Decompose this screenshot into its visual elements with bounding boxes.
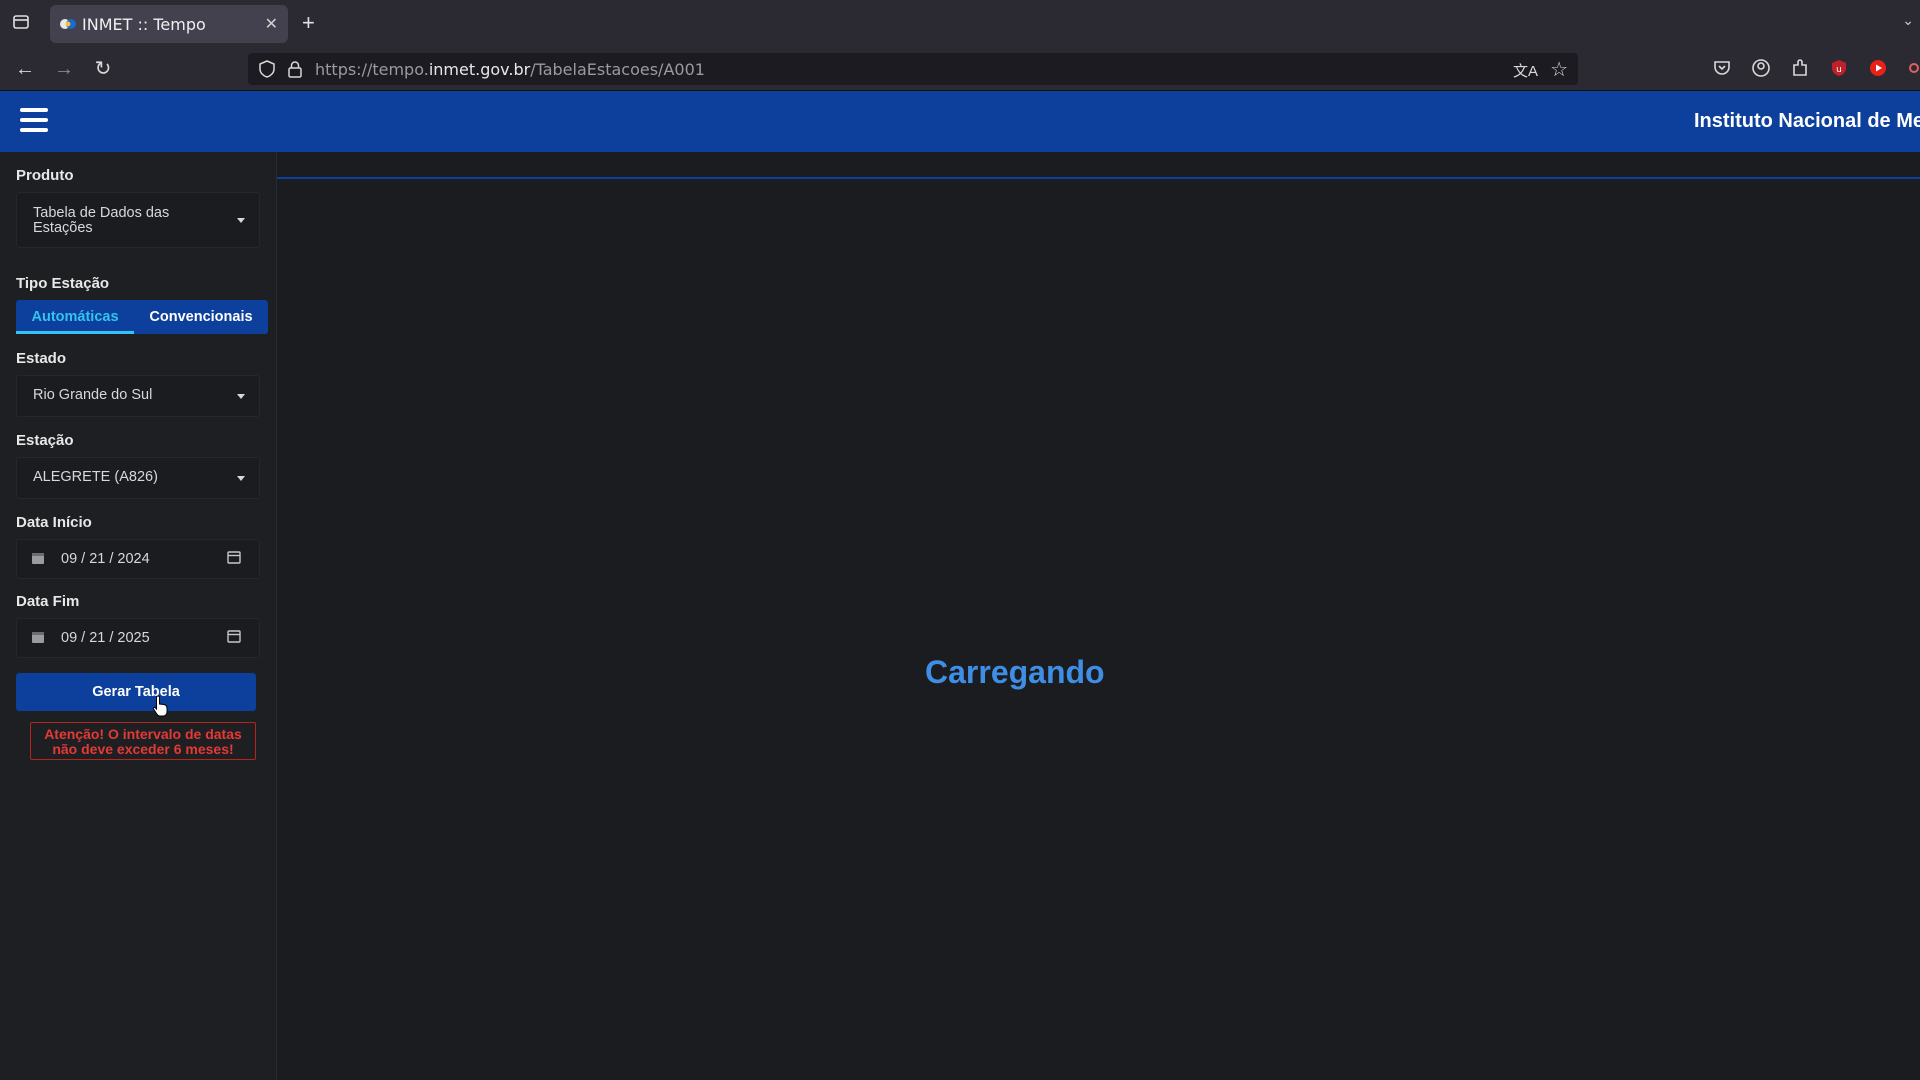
url-prefix: https://tempo. bbox=[315, 60, 429, 79]
data-fim-value: 09 / 21 / 2025 bbox=[61, 630, 150, 646]
estado-label: Estado bbox=[16, 350, 67, 367]
inmet-favicon-icon bbox=[60, 17, 76, 31]
chevron-down-icon bbox=[237, 218, 245, 223]
extension-icon[interactable] bbox=[1906, 58, 1920, 80]
loading-text: Carregando bbox=[925, 654, 1105, 690]
tab-title: INMET :: Tempo bbox=[82, 15, 206, 34]
data-fim-input[interactable]: 09 / 21 / 2025 bbox=[16, 618, 260, 658]
tab-automaticas[interactable]: Automáticas bbox=[16, 300, 134, 334]
browser-tab-bar: INMET :: Tempo ✕ + ⌄ bbox=[0, 0, 1920, 48]
calendar-icon bbox=[31, 551, 45, 565]
ublock-icon[interactable]: u bbox=[1829, 58, 1851, 80]
tab-convencionais[interactable]: Convencionais bbox=[134, 300, 268, 334]
sidebar: Produto Tabela de Dados das Estações Tip… bbox=[0, 152, 277, 1080]
estacao-select-value: ALEGRETE (A826) bbox=[33, 469, 158, 485]
hand-cursor-icon bbox=[152, 695, 170, 717]
calendar-picker-icon[interactable] bbox=[227, 550, 241, 564]
produto-select-value: Tabela de Dados das Estações bbox=[33, 205, 170, 236]
calendar-icon bbox=[31, 630, 45, 644]
list-all-tabs-icon[interactable] bbox=[10, 13, 32, 35]
data-fim-label: Data Fim bbox=[16, 593, 80, 610]
data-inicio-value: 09 / 21 / 2024 bbox=[61, 551, 150, 567]
calendar-picker-icon[interactable] bbox=[227, 629, 241, 643]
url-text[interactable]: https://tempo.inmet.gov.br/TabelaEstacoe… bbox=[315, 60, 705, 79]
date-range-warning: Atenção! O intervalo de datas não deve e… bbox=[30, 722, 256, 760]
url-host: inmet.gov.br bbox=[428, 60, 531, 79]
site-title: Instituto Nacional de Met bbox=[1694, 110, 1920, 132]
browser-nav-bar: ← → ↻ https://tempo.inmet.gov.br/TabelaE… bbox=[0, 48, 1920, 91]
gerar-tabela-button[interactable]: Gerar Tabela bbox=[16, 673, 256, 711]
back-arrow-icon[interactable]: ← bbox=[14, 58, 36, 80]
site-header: Instituto Nacional de Met bbox=[0, 91, 1920, 152]
produto-select[interactable]: Tabela de Dados das Estações bbox=[16, 192, 260, 248]
svg-text:u: u bbox=[1836, 65, 1842, 75]
data-inicio-input[interactable]: 09 / 21 / 2024 bbox=[16, 539, 260, 579]
estacao-label: Estação bbox=[16, 432, 74, 449]
youtube-icon[interactable] bbox=[1868, 58, 1890, 80]
warning-line-1: Atenção! O intervalo de datas bbox=[44, 726, 242, 742]
produto-label: Produto bbox=[16, 167, 74, 184]
progress-line bbox=[277, 177, 1920, 179]
chevron-down-icon[interactable]: ⌄ bbox=[1902, 12, 1914, 29]
shield-icon[interactable] bbox=[258, 60, 276, 78]
bookmark-star-icon[interactable]: ☆ bbox=[1550, 57, 1568, 82]
menu-icon[interactable] bbox=[20, 108, 48, 134]
address-bar[interactable]: https://tempo.inmet.gov.br/TabelaEstacoe… bbox=[248, 53, 1578, 85]
new-tab-icon[interactable]: + bbox=[302, 10, 315, 36]
browser-tab[interactable]: INMET :: Tempo ✕ bbox=[50, 5, 288, 43]
tipo-estacao-label: Tipo Estação bbox=[16, 275, 110, 292]
close-tab-icon[interactable]: ✕ bbox=[265, 14, 278, 34]
url-path: /TabelaEstacoes/A001 bbox=[530, 60, 705, 79]
pocket-icon[interactable] bbox=[1712, 58, 1734, 80]
chevron-down-icon bbox=[237, 476, 245, 481]
tipo-estacao-toggle: Automáticas Convencionais bbox=[16, 300, 268, 334]
estado-select[interactable]: Rio Grande do Sul bbox=[16, 375, 260, 417]
chevron-down-icon bbox=[237, 394, 245, 399]
warning-line-2: não deve exceder 6 meses! bbox=[52, 741, 234, 757]
reload-icon[interactable]: ↻ bbox=[92, 58, 114, 80]
forward-arrow-icon[interactable]: → bbox=[53, 58, 75, 80]
extensions-icon[interactable] bbox=[1790, 58, 1812, 80]
lock-icon[interactable] bbox=[286, 60, 304, 78]
data-inicio-label: Data Início bbox=[16, 514, 92, 531]
translate-icon[interactable]: 文A bbox=[1513, 60, 1538, 81]
account-icon[interactable] bbox=[1751, 58, 1773, 80]
estacao-select[interactable]: ALEGRETE (A826) bbox=[16, 457, 260, 499]
estado-select-value: Rio Grande do Sul bbox=[33, 387, 153, 403]
main-content: Carregando bbox=[277, 152, 1920, 1080]
